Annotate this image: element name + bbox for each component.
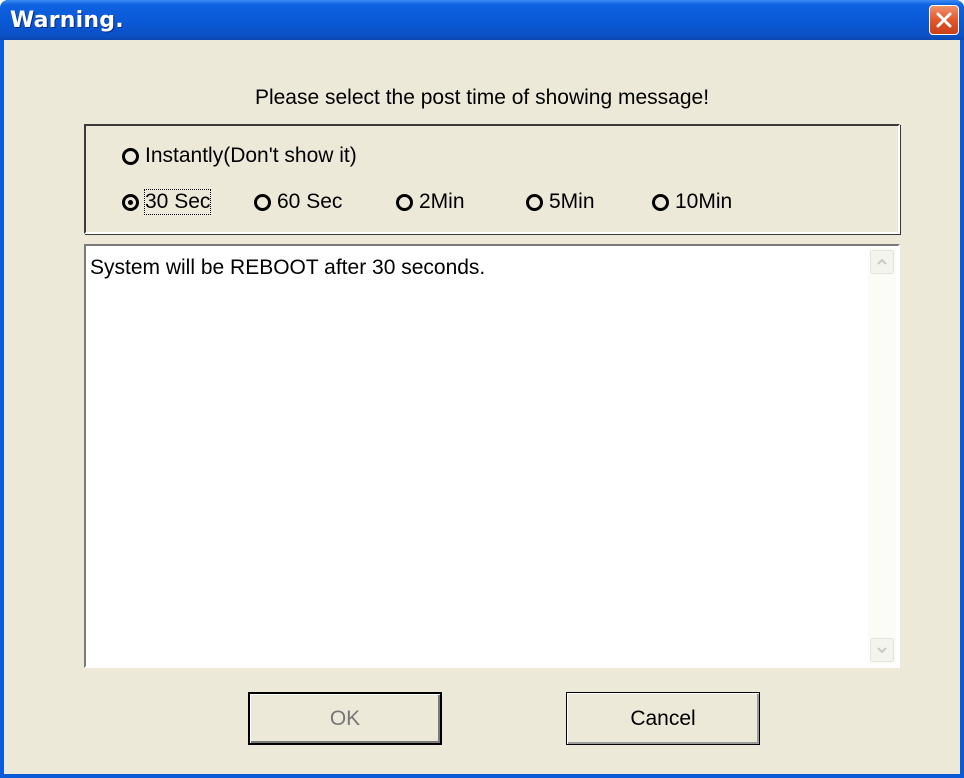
warning-dialog: Warning. Please select the post time of … (0, 0, 964, 778)
radio-label-5-min: 5Min (549, 190, 595, 213)
chevron-up-icon (877, 258, 887, 265)
message-textarea[interactable]: System will be REBOOT after 30 seconds. (84, 244, 900, 668)
radio-label-60-sec: 60 Sec (277, 190, 343, 213)
title-bar[interactable]: Warning. (0, 0, 964, 40)
prompt-text: Please select the post time of showing m… (254, 86, 710, 109)
radio-label-2-min: 2Min (419, 190, 465, 213)
close-button[interactable] (929, 5, 959, 35)
ok-button-label: OK (329, 706, 361, 730)
radio-5-min[interactable]: 5Min (526, 190, 595, 214)
radio-30-sec[interactable]: 30 Sec (122, 189, 212, 215)
post-time-options-group: Instantly(Don't show it) 30 Sec 60 Sec 2… (84, 124, 900, 234)
close-icon (936, 12, 952, 28)
ok-button[interactable]: OK (248, 692, 442, 745)
window-title: Warning. (10, 8, 124, 33)
radio-10-min[interactable]: 10Min (652, 190, 732, 214)
radio-circle (396, 193, 413, 211)
cancel-button-label: Cancel (630, 706, 696, 730)
scroll-down-button[interactable] (870, 638, 894, 662)
radio-circle (122, 147, 139, 165)
scroll-up-button[interactable] (870, 250, 894, 274)
cancel-button[interactable]: Cancel (566, 692, 760, 745)
chevron-down-icon (877, 647, 887, 654)
radio-label-10-min: 10Min (675, 190, 733, 213)
radio-circle-selected (122, 193, 139, 211)
radio-circle (526, 193, 543, 211)
radio-label-30-sec: 30 Sec (143, 189, 212, 215)
vertical-scrollbar[interactable] (868, 248, 896, 664)
radio-instantly[interactable]: Instantly(Don't show it) (122, 144, 357, 168)
radio-60-sec[interactable]: 60 Sec (254, 190, 342, 214)
radio-label-instantly: Instantly(Don't show it) (145, 144, 357, 167)
radio-2-min[interactable]: 2Min (396, 190, 465, 214)
dialog-body: Please select the post time of showing m… (4, 40, 960, 774)
radio-circle (652, 193, 669, 211)
radio-circle (254, 193, 271, 211)
radio-selected-dot (128, 199, 133, 205)
message-text: System will be REBOOT after 30 seconds. (90, 256, 486, 279)
